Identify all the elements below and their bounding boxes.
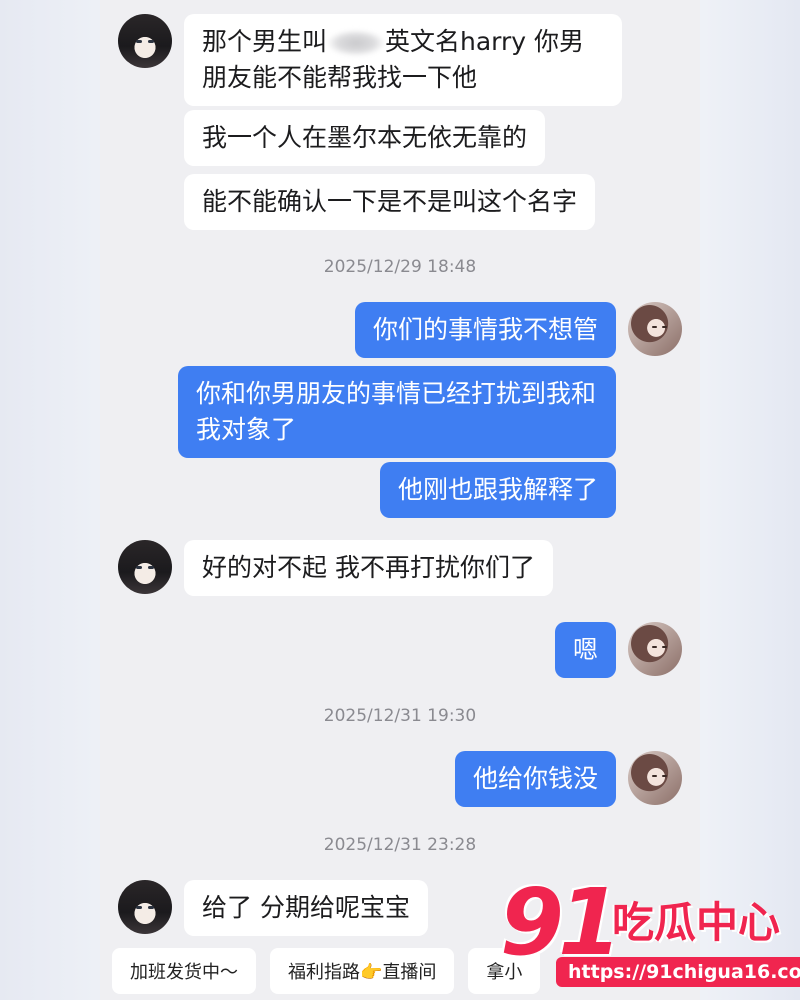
timestamp: 2025/12/29 18:48 <box>323 257 477 277</box>
message-bubble[interactable]: 能不能确认一下是不是叫这个名字 <box>184 174 596 230</box>
message-sent[interactable]: 他给你钱没 <box>454 751 682 807</box>
message-received[interactable]: 给了 分期给呢宝宝 <box>118 880 428 936</box>
contact-avatar[interactable] <box>118 14 172 68</box>
my-avatar[interactable] <box>628 751 682 805</box>
watermark-name: 吃瓜中心 <box>612 898 781 947</box>
message-bubble[interactable]: 你和你男朋友的事情已经打扰到我和我对象了 <box>178 366 616 458</box>
message-received[interactable]: 那个男生叫 英文名harry 你男朋友能不能帮我找一下他 <box>118 14 622 106</box>
message-bubble[interactable]: 你们的事情我不想管 <box>354 302 616 358</box>
my-avatar[interactable] <box>628 302 682 356</box>
message-sent[interactable]: 你们的事情我不想管 <box>354 302 682 358</box>
message-sent[interactable]: 他刚也跟我解释了 <box>379 462 616 518</box>
watermark-url: https://91chigua16.com <box>556 957 800 987</box>
message-bubble[interactable]: 他给你钱没 <box>454 751 616 807</box>
message-received[interactable]: 我一个人在墨尔本无依无靠的 <box>184 110 546 166</box>
contact-avatar[interactable] <box>118 540 172 594</box>
quick-reply-button[interactable]: 福利指路👉直播间 <box>270 948 455 994</box>
message-text: 那个男生叫 <box>202 27 328 56</box>
message-bubble[interactable]: 他刚也跟我解释了 <box>379 462 616 518</box>
blurred-name <box>327 30 386 56</box>
message-bubble[interactable]: 嗯 <box>554 622 616 678</box>
message-bubble[interactable]: 好的对不起 我不再打扰你们了 <box>184 540 553 596</box>
site-watermark: 91 吃瓜中心 https://91chigua16.com <box>500 869 800 993</box>
quick-reply-bar: 加班发货中～ 福利指路👉直播间 拿小 <box>112 948 541 994</box>
timestamp: 2025/12/31 23:28 <box>323 835 477 855</box>
chat-screen: 那个男生叫 英文名harry 你男朋友能不能帮我找一下他 我一个人在墨尔本无依无靠… <box>100 0 700 1000</box>
message-sent[interactable]: 你和你男朋友的事情已经打扰到我和我对象了 <box>178 366 616 458</box>
timestamp: 2025/12/31 19:30 <box>323 706 477 726</box>
message-bubble[interactable]: 我一个人在墨尔本无依无靠的 <box>184 110 546 166</box>
message-bubble[interactable]: 那个男生叫 英文名harry 你男朋友能不能帮我找一下他 <box>184 14 622 106</box>
message-received[interactable]: 好的对不起 我不再打扰你们了 <box>118 540 553 596</box>
message-received[interactable]: 能不能确认一下是不是叫这个名字 <box>184 174 596 230</box>
message-sent[interactable]: 嗯 <box>554 622 682 678</box>
message-bubble[interactable]: 给了 分期给呢宝宝 <box>184 880 428 936</box>
contact-avatar[interactable] <box>118 880 172 934</box>
quick-reply-button[interactable]: 加班发货中～ <box>112 948 256 994</box>
my-avatar[interactable] <box>628 622 682 676</box>
